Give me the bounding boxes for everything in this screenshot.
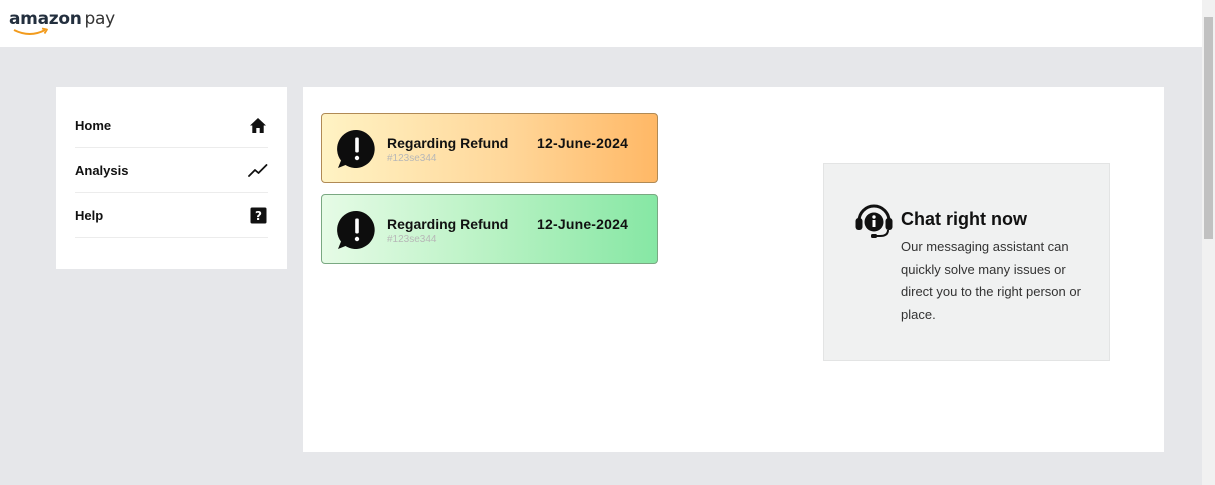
ticket-id: #123se344 <box>387 234 437 245</box>
chat-title: Chat right now <box>901 209 1027 229</box>
ticket-date: 12-June-2024 <box>537 216 629 232</box>
ticket-title: Regarding Refund <box>387 135 509 151</box>
logo-word-amazon: amazon <box>9 9 82 29</box>
logo-word-pay: pay <box>84 9 116 29</box>
ticket-card[interactable]: Regarding Refund #123se344 12-June-2024 <box>321 113 658 183</box>
sidebar-item-label: Analysis <box>75 162 129 178</box>
alert-message-icon <box>337 129 375 168</box>
home-icon <box>248 115 268 135</box>
main-panel: Regarding Refund #123se344 12-June-2024 … <box>303 87 1164 452</box>
sidebar: Home Analysis Help ? <box>56 87 287 269</box>
ticket-card[interactable]: Regarding Refund #123se344 12-June-2024 <box>321 194 658 264</box>
alert-message-icon <box>337 210 375 249</box>
sidebar-item-home[interactable]: Home <box>75 103 268 148</box>
top-bar: amazon pay <box>0 0 1202 47</box>
sidebar-item-analysis[interactable]: Analysis <box>75 148 268 193</box>
page-scrollbar[interactable] <box>1202 0 1215 485</box>
svg-text:?: ? <box>255 209 262 223</box>
sidebar-item-help[interactable]: Help ? <box>75 193 268 238</box>
headset-icon <box>855 204 893 238</box>
ticket-date: 12-June-2024 <box>537 135 629 151</box>
sidebar-item-label: Help <box>75 207 104 223</box>
help-icon: ? <box>248 205 268 225</box>
amazon-pay-logo[interactable]: amazon pay <box>9 9 115 39</box>
smile-arrow-icon <box>13 27 48 35</box>
trending-icon <box>248 160 268 180</box>
chat-description: Our messaging assistant can quickly solv… <box>901 239 1081 322</box>
scrollbar-thumb[interactable] <box>1204 17 1213 239</box>
sidebar-item-label: Home <box>75 117 112 133</box>
ticket-id: #123se344 <box>387 153 437 164</box>
chat-now-box[interactable]: Chat right now Our messaging assistant c… <box>823 163 1110 361</box>
ticket-title: Regarding Refund <box>387 216 509 232</box>
